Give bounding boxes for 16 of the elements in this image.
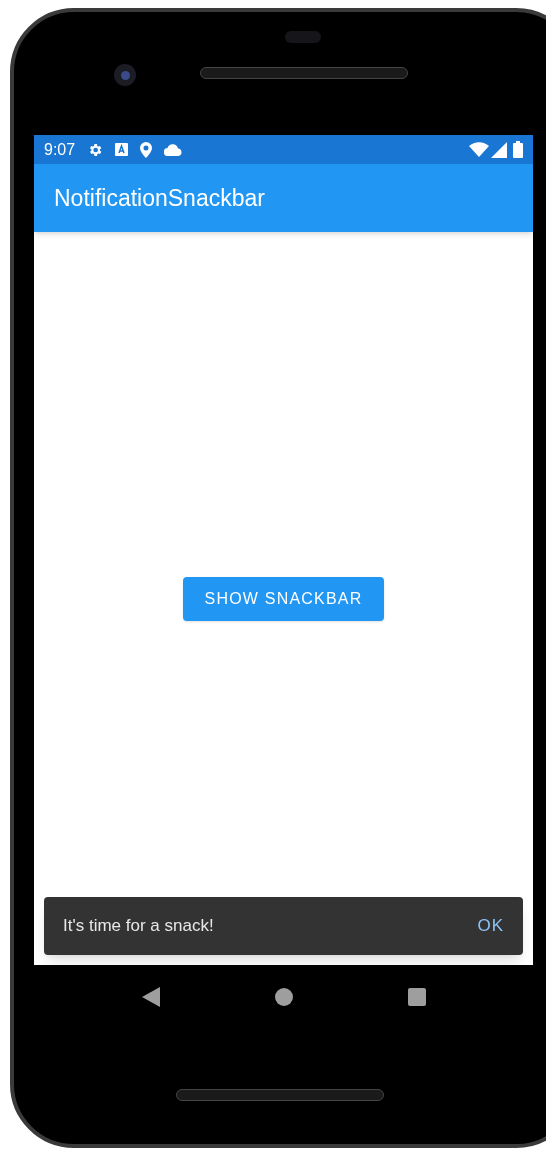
signal-icon xyxy=(491,141,507,158)
location-icon xyxy=(140,141,153,158)
app-title: NotificationSnackbar xyxy=(54,183,265,213)
sensor-icon xyxy=(285,31,321,43)
battery-icon xyxy=(513,141,523,158)
back-icon[interactable] xyxy=(141,987,160,1007)
ok-button[interactable]: OK xyxy=(477,913,504,939)
home-icon[interactable] xyxy=(274,988,293,1006)
snackbar-message: It's time for a snack! xyxy=(63,915,214,938)
recents-icon[interactable] xyxy=(407,988,426,1006)
cloud-icon xyxy=(164,143,183,156)
wifi-icon xyxy=(469,142,489,157)
camera-icon xyxy=(114,64,136,86)
gear-icon xyxy=(87,141,104,158)
status-time: 9:07 xyxy=(44,139,76,160)
font-icon xyxy=(115,143,129,156)
